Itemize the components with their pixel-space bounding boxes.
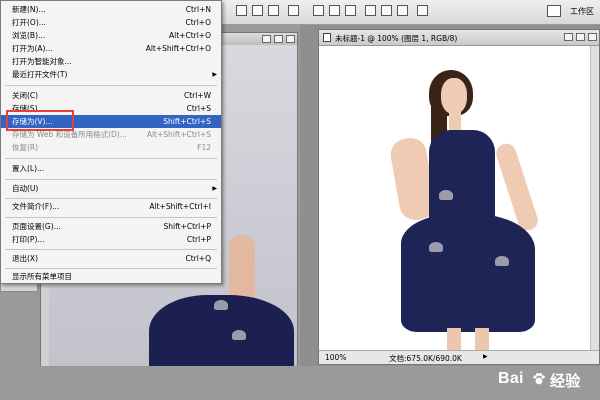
workspace-icon[interactable] bbox=[547, 5, 561, 17]
dress-bodice-image bbox=[429, 130, 495, 226]
menu-separator bbox=[5, 85, 217, 86]
right-document-window[interactable]: 未标题-1 @ 100% (图层 1, RGB/8) 100% 文档:675.0… bbox=[318, 29, 600, 365]
menu-item-browse[interactable]: 浏览(B)... Alt+Ctrl+O bbox=[1, 29, 221, 42]
watermark-text: Bai bbox=[498, 370, 524, 387]
status-menu-arrow-icon[interactable]: ▶ bbox=[483, 353, 488, 360]
distribute-top-icon[interactable] bbox=[313, 5, 324, 16]
distribute-right-icon[interactable] bbox=[397, 5, 408, 16]
document-statusbar: 100% 文档:675.0K/690.0K ▶ bbox=[319, 350, 599, 364]
model-leg-image bbox=[447, 328, 461, 352]
menu-separator bbox=[5, 198, 217, 199]
menu-item-close[interactable]: 关闭(C) Ctrl+W bbox=[1, 89, 221, 102]
menu-item-page-setup[interactable]: 页面设置(G)... Shift+Ctrl+P bbox=[1, 220, 221, 233]
file-menu: 新建(N)... Ctrl+N 打开(O)... Ctrl+O 浏览(B)...… bbox=[0, 0, 222, 284]
submenu-arrow-icon: ▶ bbox=[212, 185, 217, 192]
dress-butterfly-image bbox=[429, 242, 443, 252]
baidu-jingyan-watermark: Bai 经验 bbox=[498, 370, 594, 394]
model-face-image bbox=[441, 78, 467, 114]
close-button[interactable] bbox=[286, 35, 295, 43]
dress-skirt-image bbox=[401, 214, 535, 332]
zoom-level[interactable]: 100% bbox=[325, 353, 346, 362]
dress-butterfly-image bbox=[214, 300, 228, 310]
distribute-center-icon[interactable] bbox=[381, 5, 392, 16]
right-document-titlebar[interactable]: 未标题-1 @ 100% (图层 1, RGB/8) bbox=[319, 30, 599, 46]
dress-butterfly-image bbox=[232, 330, 246, 340]
auto-align-icon[interactable] bbox=[417, 5, 428, 16]
document-canvas[interactable] bbox=[319, 46, 590, 352]
menu-item-print[interactable]: 打印(P)... Ctrl+P bbox=[1, 233, 221, 246]
align-bottom-icon[interactable] bbox=[268, 5, 279, 16]
distribute-middle-icon[interactable] bbox=[329, 5, 340, 16]
document-title: 未标题-1 @ 100% (图层 1, RGB/8) bbox=[335, 34, 458, 43]
document-size: 文档:675.0K/690.0K bbox=[389, 354, 462, 363]
menu-item-place[interactable]: 置入(L)... bbox=[1, 162, 221, 175]
workspace-label[interactable]: 工作区 bbox=[570, 6, 594, 17]
maximize-button[interactable] bbox=[274, 35, 283, 43]
model-leg-image bbox=[475, 328, 489, 352]
distribute-left-icon[interactable] bbox=[365, 5, 376, 16]
menu-item-revert[interactable]: 恢复(R) F12 bbox=[1, 141, 221, 154]
menu-item-exit[interactable]: 退出(X) Ctrl+Q bbox=[1, 252, 221, 265]
maximize-button[interactable] bbox=[576, 33, 585, 41]
menu-item-file-info[interactable]: 文件简介(F)... Alt+Shift+Ctrl+I bbox=[1, 200, 221, 213]
annotation-highlight-box bbox=[6, 110, 74, 131]
menu-separator bbox=[5, 268, 217, 269]
watermark-suffix: 经验 bbox=[550, 372, 581, 390]
menu-item-automate[interactable]: 自动(U) ▶ bbox=[1, 182, 221, 195]
menu-item-show-all[interactable]: 显示所有菜单项目 bbox=[1, 270, 221, 283]
menu-item-open[interactable]: 打开(O)... Ctrl+O bbox=[1, 16, 221, 29]
model-neck-image bbox=[449, 112, 461, 132]
align-top-icon[interactable] bbox=[236, 5, 247, 16]
menu-item-recent-files[interactable]: 最近打开文件(T) ▶ bbox=[1, 68, 221, 81]
menu-separator bbox=[5, 217, 217, 218]
menu-item-new[interactable]: 新建(N)... Ctrl+N bbox=[1, 3, 221, 16]
close-button[interactable] bbox=[588, 33, 597, 41]
distribute-bottom-icon[interactable] bbox=[345, 5, 356, 16]
submenu-arrow-icon: ▶ bbox=[212, 71, 217, 78]
baidu-paw-icon bbox=[533, 373, 545, 385]
menu-separator bbox=[5, 158, 217, 159]
document-icon bbox=[323, 33, 331, 42]
align-left-icon[interactable] bbox=[288, 5, 299, 16]
menu-item-open-as[interactable]: 打开为(A)... Alt+Shift+Ctrl+O bbox=[1, 42, 221, 55]
align-middle-icon[interactable] bbox=[252, 5, 263, 16]
minimize-button[interactable] bbox=[262, 35, 271, 43]
vertical-scrollbar[interactable] bbox=[590, 46, 599, 352]
dress-butterfly-image bbox=[439, 190, 453, 200]
menu-item-open-smart-object[interactable]: 打开为智能对象... bbox=[1, 55, 221, 68]
dress-butterfly-image bbox=[495, 256, 509, 266]
menu-separator bbox=[5, 179, 217, 180]
menu-separator bbox=[5, 249, 217, 250]
minimize-button[interactable] bbox=[564, 33, 573, 41]
